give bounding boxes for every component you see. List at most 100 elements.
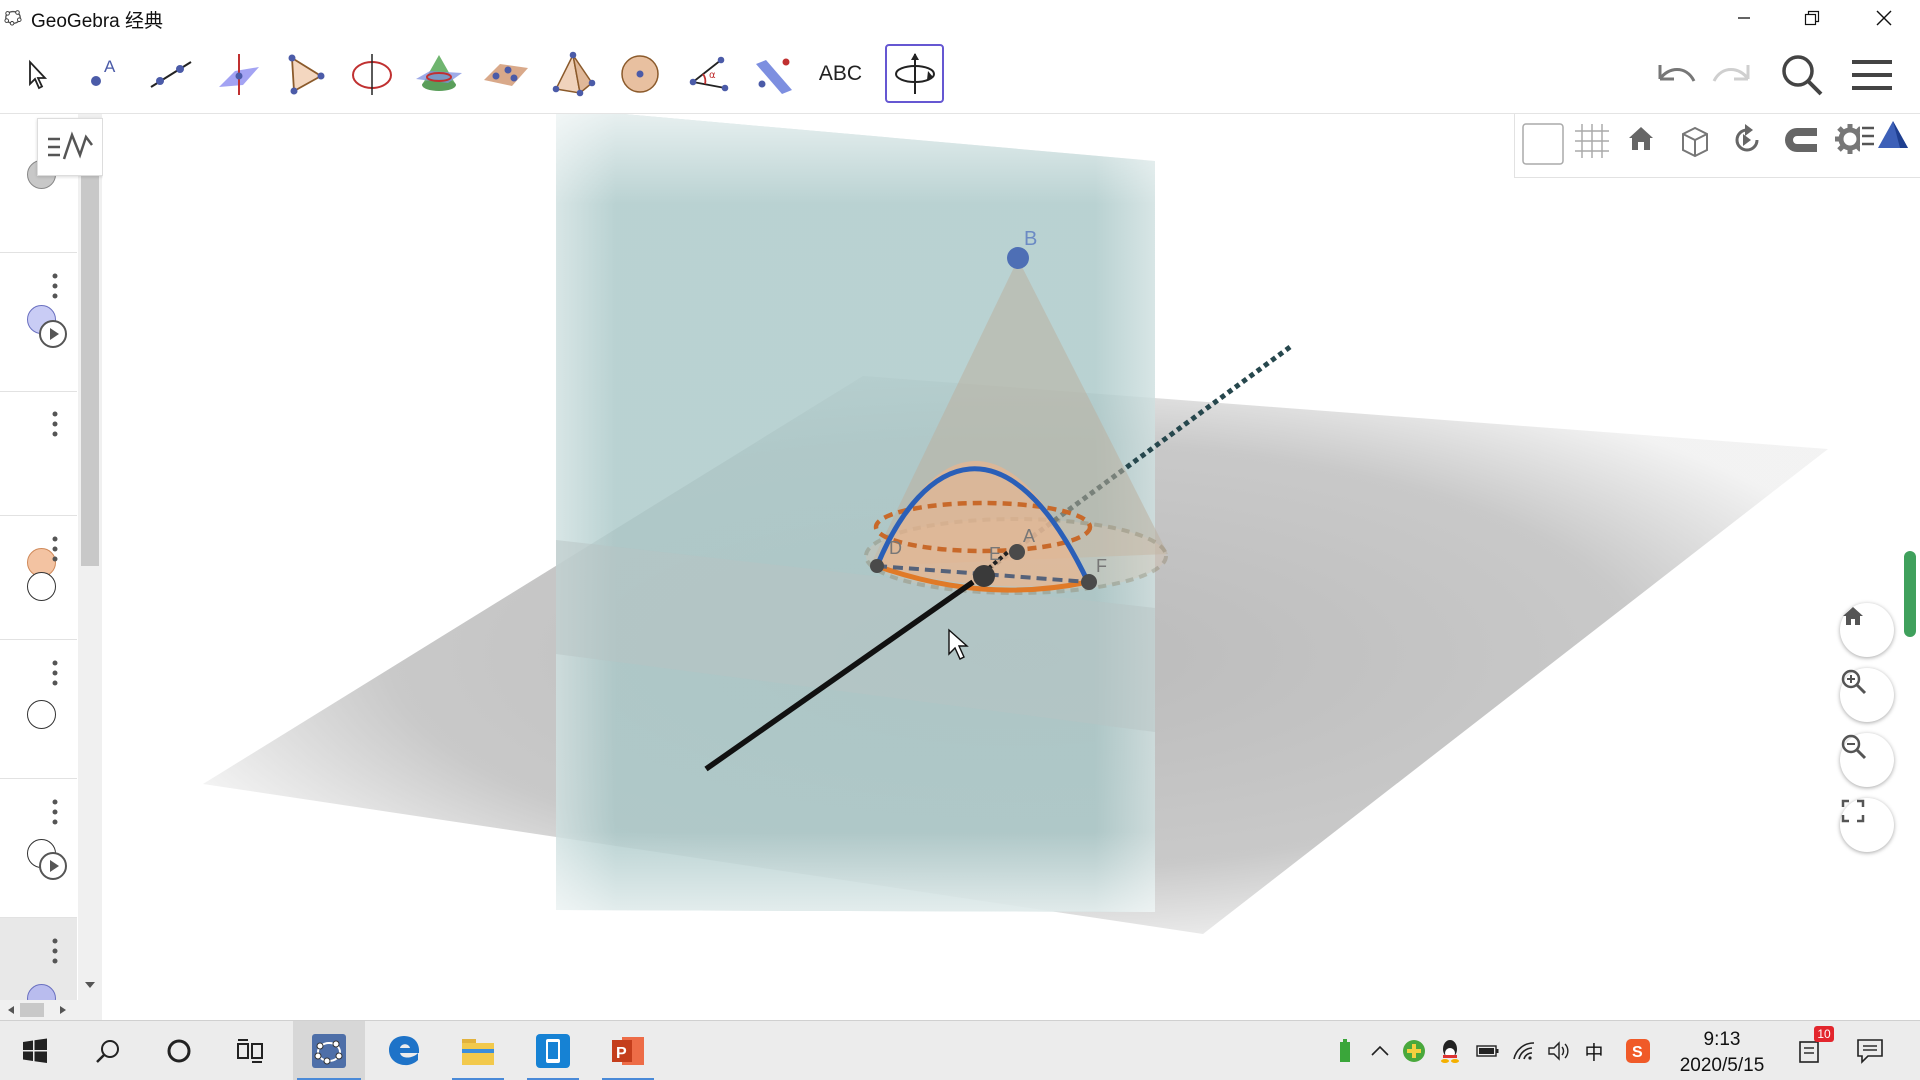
tray-volume[interactable] — [1545, 1035, 1573, 1067]
more-vertical-icon[interactable] — [50, 411, 60, 437]
powerpoint-icon: P — [612, 1037, 644, 1065]
scroll-left-icon[interactable] — [6, 1005, 16, 1015]
scroll-right-icon[interactable] — [58, 1005, 68, 1015]
point-tool[interactable]: A — [74, 44, 133, 103]
snap-button[interactable] — [1781, 122, 1829, 170]
show-hidden-icons[interactable] — [1366, 1035, 1394, 1067]
volume-icon — [1548, 1041, 1569, 1061]
search-taskbar-button[interactable] — [78, 1021, 138, 1080]
zoom-in-button[interactable] — [1840, 668, 1894, 722]
more-vertical-icon[interactable] — [50, 660, 60, 686]
svg-text:A: A — [104, 57, 116, 76]
algebra-style-icon — [48, 131, 93, 160]
main-menu-button[interactable] — [1846, 49, 1898, 101]
tray-game[interactable] — [1400, 1035, 1428, 1067]
more-vertical-icon[interactable] — [50, 799, 60, 825]
zoom-in-icon — [1841, 669, 1867, 695]
hscroll-thumb[interactable] — [20, 1003, 44, 1017]
pyramid-tool[interactable] — [543, 44, 602, 103]
rotate-view-button[interactable] — [1729, 122, 1777, 170]
reflect-icon — [755, 58, 792, 94]
plane-tool[interactable] — [476, 44, 535, 103]
point-E[interactable] — [973, 565, 995, 587]
tray-ime[interactable]: 中 — [1580, 1035, 1608, 1067]
line-tool[interactable] — [141, 44, 200, 103]
algebra-hscrollbar[interactable] — [0, 1000, 78, 1020]
task-view-button[interactable] — [221, 1021, 281, 1080]
move-tool[interactable] — [7, 44, 66, 103]
tray-sogou[interactable]: S — [1624, 1035, 1652, 1067]
grid-button[interactable] — [1573, 122, 1621, 170]
point-icon: A — [90, 57, 116, 86]
taskbar-geogebra[interactable] — [293, 1021, 365, 1080]
taskbar-edge[interactable] — [374, 1021, 434, 1080]
cortana-button[interactable] — [149, 1021, 209, 1080]
tray-wifi[interactable] — [1510, 1035, 1538, 1067]
menu-icon — [1852, 60, 1892, 90]
tray-battery[interactable] — [1474, 1035, 1502, 1067]
view-direction-button[interactable] — [1677, 122, 1725, 170]
start-button[interactable] — [5, 1021, 65, 1080]
minimize-button[interactable] — [1710, 0, 1778, 35]
background-toggle[interactable] — [1521, 122, 1569, 170]
fullscreen-button[interactable] — [1840, 798, 1894, 852]
point-B[interactable] — [1007, 247, 1029, 269]
scene-3d[interactable]: B A E F D — [103, 114, 1920, 1020]
scroll-down-icon[interactable] — [83, 980, 97, 990]
point-A[interactable] — [1009, 544, 1025, 560]
view-scroll-indicator[interactable] — [1904, 551, 1916, 637]
more-vertical-icon[interactable] — [50, 938, 60, 964]
visibility-marble[interactable] — [27, 700, 56, 729]
search-icon — [1782, 55, 1823, 96]
algebra-style-button[interactable] — [37, 118, 103, 176]
graphics-3d-view[interactable]: B A E F D — [103, 114, 1920, 1020]
pyramid-icon — [552, 51, 595, 96]
play-icon[interactable] — [38, 319, 68, 349]
point-D[interactable] — [870, 559, 884, 573]
taskbar-clock[interactable]: 9:13 2020/5/15 — [1662, 1027, 1782, 1079]
close-button[interactable] — [1850, 0, 1918, 35]
algebra-scrollbar[interactable] — [78, 114, 102, 1020]
algebra-row[interactable] — [0, 516, 77, 640]
algebra-row[interactable] — [0, 779, 77, 918]
text-tool[interactable]: ABC — [811, 44, 870, 103]
scrollbar-thumb[interactable] — [81, 134, 99, 566]
undo-button[interactable] — [1650, 49, 1702, 101]
algebra-row[interactable] — [0, 253, 77, 392]
task-view-icon — [237, 1039, 263, 1063]
standard-view-button[interactable] — [1625, 122, 1673, 170]
reflect-tool[interactable] — [744, 44, 803, 103]
background-toggle-icon — [1522, 123, 1564, 165]
circle-axis-tool[interactable] — [342, 44, 401, 103]
action-center-button[interactable] — [1856, 1035, 1884, 1067]
angle-tool[interactable]: α — [677, 44, 736, 103]
polygon-tool[interactable] — [275, 44, 334, 103]
angle-icon: α — [689, 56, 728, 91]
graphics-style-toggle[interactable] — [1860, 118, 1916, 174]
taskbar-phone-app[interactable] — [523, 1021, 583, 1080]
play-icon[interactable] — [38, 851, 68, 881]
standard-view-zoom-button[interactable] — [1840, 603, 1894, 657]
circle-axis-icon — [351, 53, 392, 95]
text-tool-label: ABC — [818, 61, 863, 85]
sogou-icon: S — [1626, 1039, 1650, 1063]
cube-view-icon — [1682, 126, 1708, 158]
intersect-surfaces-tool[interactable] — [409, 44, 468, 103]
zoom-out-button[interactable] — [1840, 733, 1894, 787]
more-vertical-icon[interactable] — [50, 273, 60, 299]
algebra-row[interactable] — [0, 392, 77, 516]
taskbar-powerpoint[interactable]: P — [598, 1021, 658, 1080]
tray-qq[interactable] — [1436, 1035, 1464, 1067]
tray-battery-saver[interactable] — [1331, 1035, 1359, 1067]
taskbar-file-explorer[interactable] — [448, 1021, 508, 1080]
sphere-tool[interactable] — [610, 44, 669, 103]
algebra-row[interactable] — [0, 640, 77, 779]
perpendicular-line-tool[interactable] — [208, 44, 267, 103]
restore-button[interactable] — [1778, 0, 1846, 35]
visibility-marble[interactable] — [27, 548, 56, 577]
rotate-view-tool[interactable] — [885, 44, 944, 103]
point-F[interactable] — [1081, 574, 1097, 590]
search-button[interactable] — [1776, 49, 1828, 101]
redo-button[interactable] — [1706, 49, 1758, 101]
cortana-icon — [167, 1039, 191, 1063]
